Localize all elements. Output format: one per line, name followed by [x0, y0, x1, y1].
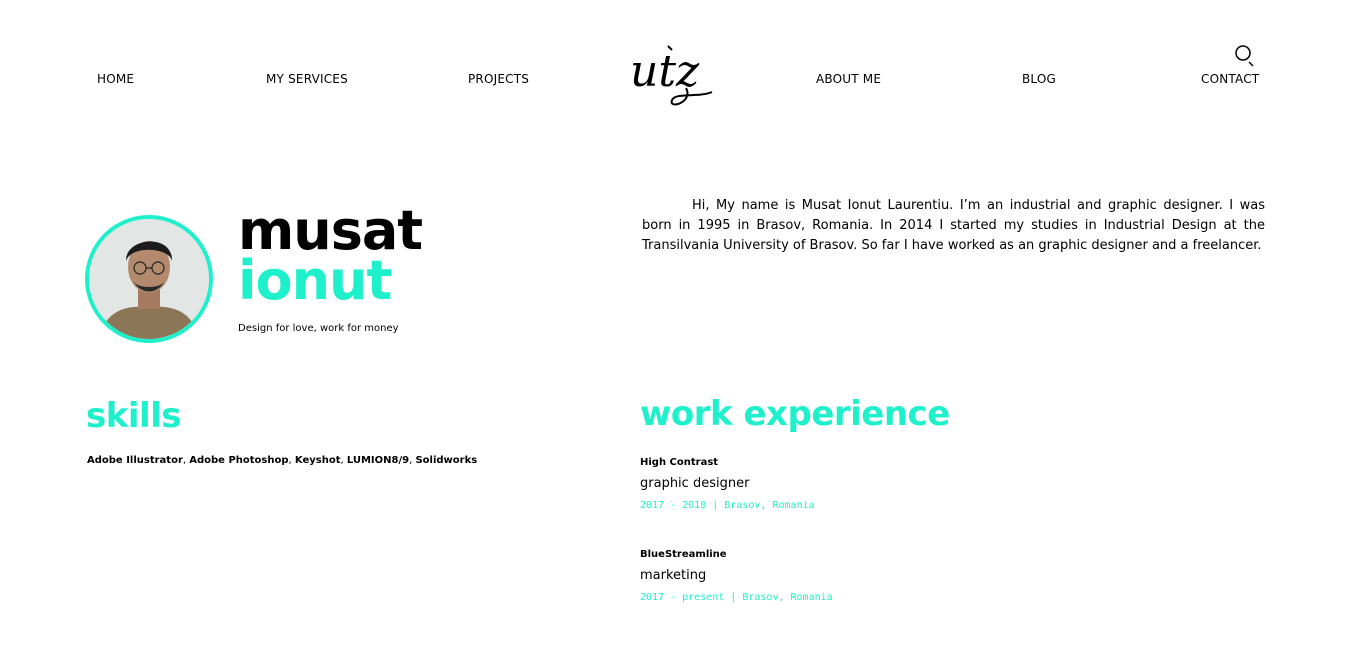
- job-entry: High Contrast graphic designer 2017 - 20…: [640, 457, 815, 511]
- skill-item: Keyshot: [294, 455, 341, 466]
- job-meta: 2017 - present | Brasov, Romania: [640, 592, 833, 603]
- nav-my-services[interactable]: MY SERVICES: [266, 72, 348, 86]
- nav-projects[interactable]: PROJECTS: [468, 72, 529, 86]
- job-meta: 2017 - 2018 | Brasov, Romania: [640, 500, 815, 511]
- nav-home[interactable]: HOME: [97, 72, 134, 86]
- nav-blog[interactable]: BLOG: [1022, 72, 1056, 86]
- profile-bio: Hi, My name is Musat Ionut Laurentiu. I’…: [642, 198, 1265, 253]
- avatar: [85, 215, 213, 343]
- job-entry: BlueStreamline marketing 2017 - present …: [640, 549, 833, 603]
- skill-item: Adobe Illustrator: [87, 455, 183, 466]
- nav-contact[interactable]: CONTACT: [1201, 72, 1259, 86]
- page: HOME MY SERVICES PROJECTS utz ABOUT ME B…: [0, 0, 1349, 654]
- profile-last-name: ionut: [238, 249, 392, 312]
- skill-item: Solidworks: [415, 455, 478, 466]
- skills-list: Adobe Illustrator, Adobe Photoshop, Keys…: [87, 455, 478, 466]
- skill-item: Adobe Photoshop: [189, 455, 289, 466]
- profile-photo: [89, 219, 209, 339]
- job-company: BlueStreamline: [640, 549, 727, 560]
- job-role: marketing: [640, 568, 707, 583]
- search-icon[interactable]: [1234, 44, 1256, 68]
- site-logo[interactable]: utz: [628, 40, 716, 112]
- job-company: High Contrast: [640, 457, 719, 468]
- work-experience-heading: work experience: [640, 394, 950, 434]
- job-role: graphic designer: [640, 476, 750, 491]
- nav-about-me[interactable]: ABOUT ME: [816, 72, 881, 86]
- profile-tagline: Design for love, work for money: [238, 323, 399, 334]
- logo-text: utz: [630, 46, 700, 97]
- skills-heading: skills: [86, 396, 182, 436]
- logo-mark: utz: [630, 45, 713, 106]
- skill-item: LUMION8/9: [346, 455, 410, 466]
